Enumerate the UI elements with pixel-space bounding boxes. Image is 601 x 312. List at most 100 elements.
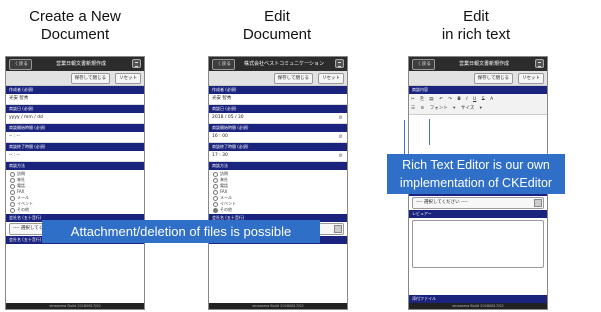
- radio-icon: [213, 189, 218, 195]
- radio-icon: [10, 189, 15, 195]
- phone-screen-edit: 〈 戻る 株式会社ベストコミュニケーション 保存して閉じる リセット 作成者 (…: [208, 56, 348, 310]
- footer: smazoma Build 20180817/02: [409, 303, 547, 309]
- font-label: フォント: [429, 106, 448, 111]
- radio-label: その他: [220, 207, 232, 212]
- caption-line2: Document: [40, 26, 110, 43]
- menu-icon[interactable]: [335, 59, 344, 68]
- radio-label: 電話: [17, 183, 25, 188]
- radio-label: 訪問: [220, 171, 228, 176]
- screen-title: 営業日報文書新規作成: [458, 61, 509, 67]
- method-radio-group: 訪問 来社 電話 FAX メール イベント その他: [209, 170, 347, 214]
- radio-icon: [10, 207, 15, 213]
- caption-edit: Edit Document: [207, 8, 347, 44]
- italic-icon[interactable]: I: [466, 95, 467, 104]
- action-bar: 保存して閉じる リセット: [409, 71, 547, 86]
- strike-icon[interactable]: S: [482, 95, 485, 104]
- screen-title: 営業日報文書新規作成: [55, 61, 106, 67]
- method-radio-group: 訪問 来社 電話 FAX メール イベント その他: [6, 170, 144, 214]
- action-bar: 保存して閉じる リセット: [209, 71, 347, 86]
- date-field[interactable]: 2018 / 05 / 30 ⚙: [209, 113, 347, 124]
- footer: smazoma Build 20180817/02: [6, 303, 144, 309]
- field-label: 商談内容: [409, 86, 547, 94]
- start-time-field[interactable]: 16 : 00 ⚙: [209, 132, 347, 143]
- save-close-button[interactable]: 保存して閉じる: [70, 73, 110, 84]
- toolbar-row: ✂ ⎘ ▤ ↶ ↷ B I U S A: [411, 95, 545, 104]
- author-field[interactable]: 光安 智秀: [209, 94, 347, 105]
- radio-icon: [10, 195, 15, 201]
- reset-button[interactable]: リセット: [518, 73, 544, 84]
- radio-option[interactable]: その他: [6, 207, 144, 213]
- bullet-list-icon[interactable]: ≡: [420, 104, 424, 113]
- back-button[interactable]: 〈 戻る: [212, 59, 235, 70]
- radio-icon: [10, 201, 15, 207]
- field-label: 作成者 (必須): [209, 86, 347, 94]
- radio-label: 来社: [220, 177, 228, 182]
- radio-icon: [10, 177, 15, 183]
- radio-icon: [10, 171, 15, 177]
- undo-icon[interactable]: ↶: [439, 95, 443, 104]
- top-bar: 〈 戻る 営業日報文書新規作成: [409, 57, 547, 71]
- back-button[interactable]: 〈 戻る: [412, 59, 435, 70]
- radio-label: その他: [17, 207, 29, 212]
- menu-icon[interactable]: [132, 59, 141, 68]
- toolbar-row: ☰ ≡ フォント ▾ サイズ ▾: [411, 104, 545, 113]
- radio-label: イベント: [17, 201, 33, 206]
- back-button[interactable]: 〈 戻る: [9, 59, 32, 70]
- top-bar: 〈 戻る 株式会社ベストコミュニケーション: [209, 57, 347, 71]
- size-label: サイズ: [460, 106, 475, 111]
- radio-icon: [213, 201, 218, 207]
- radio-icon: [213, 183, 218, 189]
- gear-icon[interactable]: ⚙: [339, 132, 343, 142]
- field-label: 商談終了時間 (必須): [6, 143, 144, 151]
- caption-line1: Create a New: [29, 8, 121, 25]
- radio-icon: [10, 183, 15, 189]
- start-time-field[interactable]: -- : --: [6, 132, 144, 143]
- gear-icon[interactable]: ⚙: [339, 151, 343, 161]
- radio-icon: [213, 177, 218, 183]
- dropdown-icon: [534, 199, 542, 207]
- time-value: 17 : 30: [212, 153, 228, 158]
- action-bar: 保存して閉じる リセット: [6, 71, 144, 86]
- radio-label: メール: [17, 195, 29, 200]
- field-label: 商談終了時間 (必須): [209, 143, 347, 151]
- field-label: 商談日 (必須): [209, 105, 347, 113]
- save-close-button[interactable]: 保存して閉じる: [473, 73, 513, 84]
- text-caret: [429, 119, 430, 145]
- save-close-button[interactable]: 保存して閉じる: [273, 73, 313, 84]
- cut-icon[interactable]: ✂: [411, 95, 415, 104]
- field-label: 商談方法: [209, 162, 347, 170]
- radio-label: FAX: [220, 189, 228, 194]
- radio-option[interactable]: その他: [209, 207, 347, 213]
- redo-icon[interactable]: ↷: [448, 95, 452, 104]
- select-value: ---- 選択してください ----: [416, 200, 468, 205]
- reviewer-select[interactable]: ---- 選択してください ----: [412, 197, 544, 209]
- size-select[interactable]: サイズ ▾: [461, 104, 482, 113]
- font-select[interactable]: フォント ▾: [430, 104, 456, 113]
- menu-icon[interactable]: [535, 59, 544, 68]
- underline-icon[interactable]: U: [473, 95, 476, 104]
- rte-callout: Rich Text Editor is our own implementati…: [387, 154, 565, 194]
- radio-label: イベント: [220, 201, 236, 206]
- footer: smazoma Build 20180817/02: [209, 303, 347, 309]
- screen-title: 株式会社ベストコミュニケーション: [243, 61, 324, 67]
- rich-text-toolbar: ✂ ⎘ ▤ ↶ ↷ B I U S A ☰ ≡ フォント ▾ サイズ ▾: [409, 94, 547, 115]
- radio-icon: [213, 195, 218, 201]
- paste-icon[interactable]: ▤: [429, 95, 433, 104]
- reset-button[interactable]: リセット: [115, 73, 141, 84]
- field-label: 商談方法: [6, 162, 144, 170]
- caption-create: Create a New Document: [5, 8, 145, 44]
- attachment-callout-text: Attachment/deletion of files is possible: [70, 224, 292, 239]
- end-time-field[interactable]: -- : --: [6, 151, 144, 162]
- gear-icon[interactable]: ⚙: [339, 113, 343, 123]
- bold-icon[interactable]: B: [457, 95, 460, 104]
- reset-button[interactable]: リセット: [318, 73, 344, 84]
- text-color-icon[interactable]: A: [490, 95, 493, 104]
- dropdown-icon: [334, 225, 342, 233]
- ordered-list-icon[interactable]: ☰: [411, 104, 415, 113]
- date-field[interactable]: yyyy / mm / dd: [6, 113, 144, 124]
- end-time-field[interactable]: 17 : 30 ⚙: [209, 151, 347, 162]
- copy-icon[interactable]: ⎘: [420, 95, 424, 104]
- rte-callout-line1: Rich Text Editor is our own: [402, 158, 550, 172]
- reviewer-textarea[interactable]: [412, 220, 544, 268]
- author-field[interactable]: 光安 智秀: [6, 94, 144, 105]
